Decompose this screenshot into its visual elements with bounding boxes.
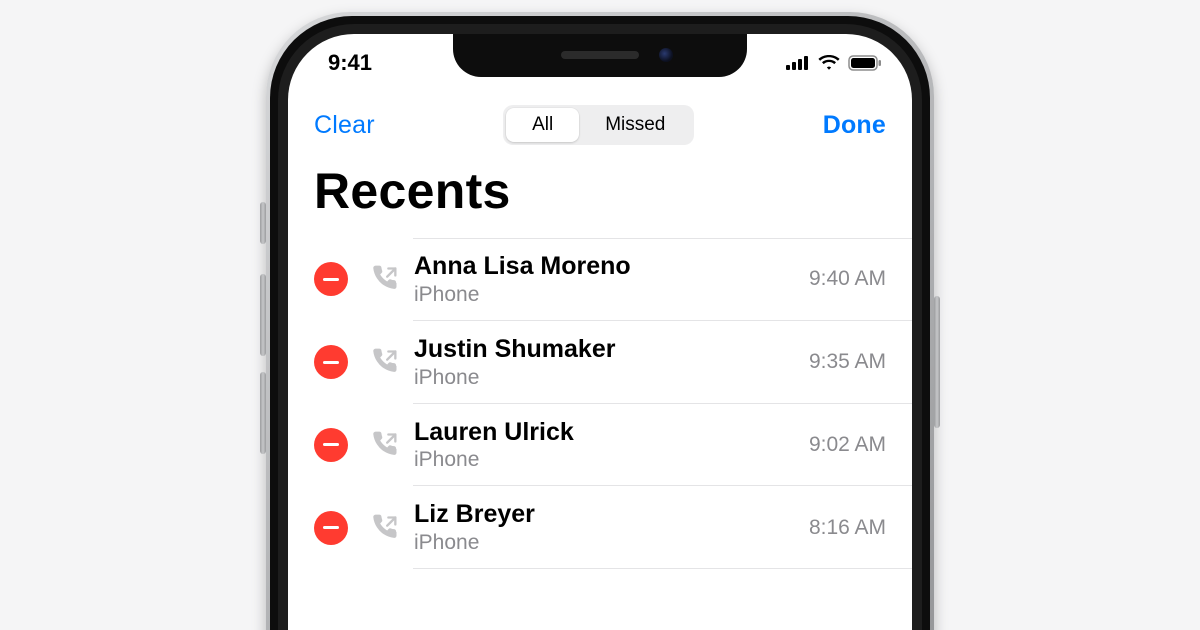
call-time: 9:40 AM	[809, 267, 886, 291]
outgoing-call-icon	[370, 348, 402, 376]
call-row[interactable]: Lauren Ulrick iPhone 9:02 AM	[288, 404, 912, 487]
outgoing-call-icon	[370, 265, 402, 293]
outgoing-call-icon	[370, 431, 402, 459]
call-row-main: Anna Lisa Moreno iPhone	[414, 252, 797, 307]
cellular-signal-icon	[786, 56, 810, 70]
front-camera	[659, 48, 673, 62]
call-filter-segmented-control[interactable]: All Missed	[503, 105, 694, 145]
call-line: iPhone	[414, 283, 797, 307]
done-button[interactable]: Done	[823, 111, 886, 140]
call-row-main: Justin Shumaker iPhone	[414, 335, 797, 390]
call-time: 8:16 AM	[809, 516, 886, 540]
wifi-icon	[818, 55, 840, 71]
delete-row-button[interactable]	[314, 345, 348, 379]
call-row-main: Liz Breyer iPhone	[414, 500, 797, 555]
caller-name: Lauren Ulrick	[414, 418, 797, 447]
notch	[453, 34, 747, 77]
call-row-main: Lauren Ulrick iPhone	[414, 418, 797, 473]
delete-row-button[interactable]	[314, 511, 348, 545]
caller-name: Anna Lisa Moreno	[414, 252, 797, 281]
mute-switch[interactable]	[260, 202, 266, 244]
segment-all[interactable]: All	[506, 108, 579, 142]
outgoing-call-icon	[370, 514, 402, 542]
caller-name: Liz Breyer	[414, 500, 797, 529]
screen: 9:41 Clear All Missed	[288, 34, 912, 630]
call-line: iPhone	[414, 366, 797, 390]
page-title: Recents	[314, 162, 886, 220]
earpiece-speaker	[561, 51, 639, 59]
iphone-device-frame: 9:41 Clear All Missed	[266, 12, 934, 630]
call-line: iPhone	[414, 448, 797, 472]
segment-missed[interactable]: Missed	[579, 108, 691, 142]
status-indicators	[786, 55, 882, 71]
side-button[interactable]	[934, 296, 940, 428]
caller-name: Justin Shumaker	[414, 335, 797, 364]
recents-call-list[interactable]: Anna Lisa Moreno iPhone 9:40 AM Justin S…	[288, 238, 912, 630]
call-row[interactable]: Justin Shumaker iPhone 9:35 AM	[288, 321, 912, 404]
call-time: 9:02 AM	[809, 433, 886, 457]
clear-button[interactable]: Clear	[314, 111, 375, 140]
delete-row-button[interactable]	[314, 262, 348, 296]
call-line: iPhone	[414, 531, 797, 555]
volume-up-button[interactable]	[260, 274, 266, 356]
volume-down-button[interactable]	[260, 372, 266, 454]
call-row[interactable]: Anna Lisa Moreno iPhone 9:40 AM	[288, 238, 912, 321]
battery-icon	[848, 55, 882, 71]
call-row[interactable]: Liz Breyer iPhone 8:16 AM	[288, 486, 912, 569]
status-time: 9:41	[328, 50, 372, 76]
delete-row-button[interactable]	[314, 428, 348, 462]
navigation-bar: Clear All Missed Done	[288, 96, 912, 154]
call-time: 9:35 AM	[809, 350, 886, 374]
